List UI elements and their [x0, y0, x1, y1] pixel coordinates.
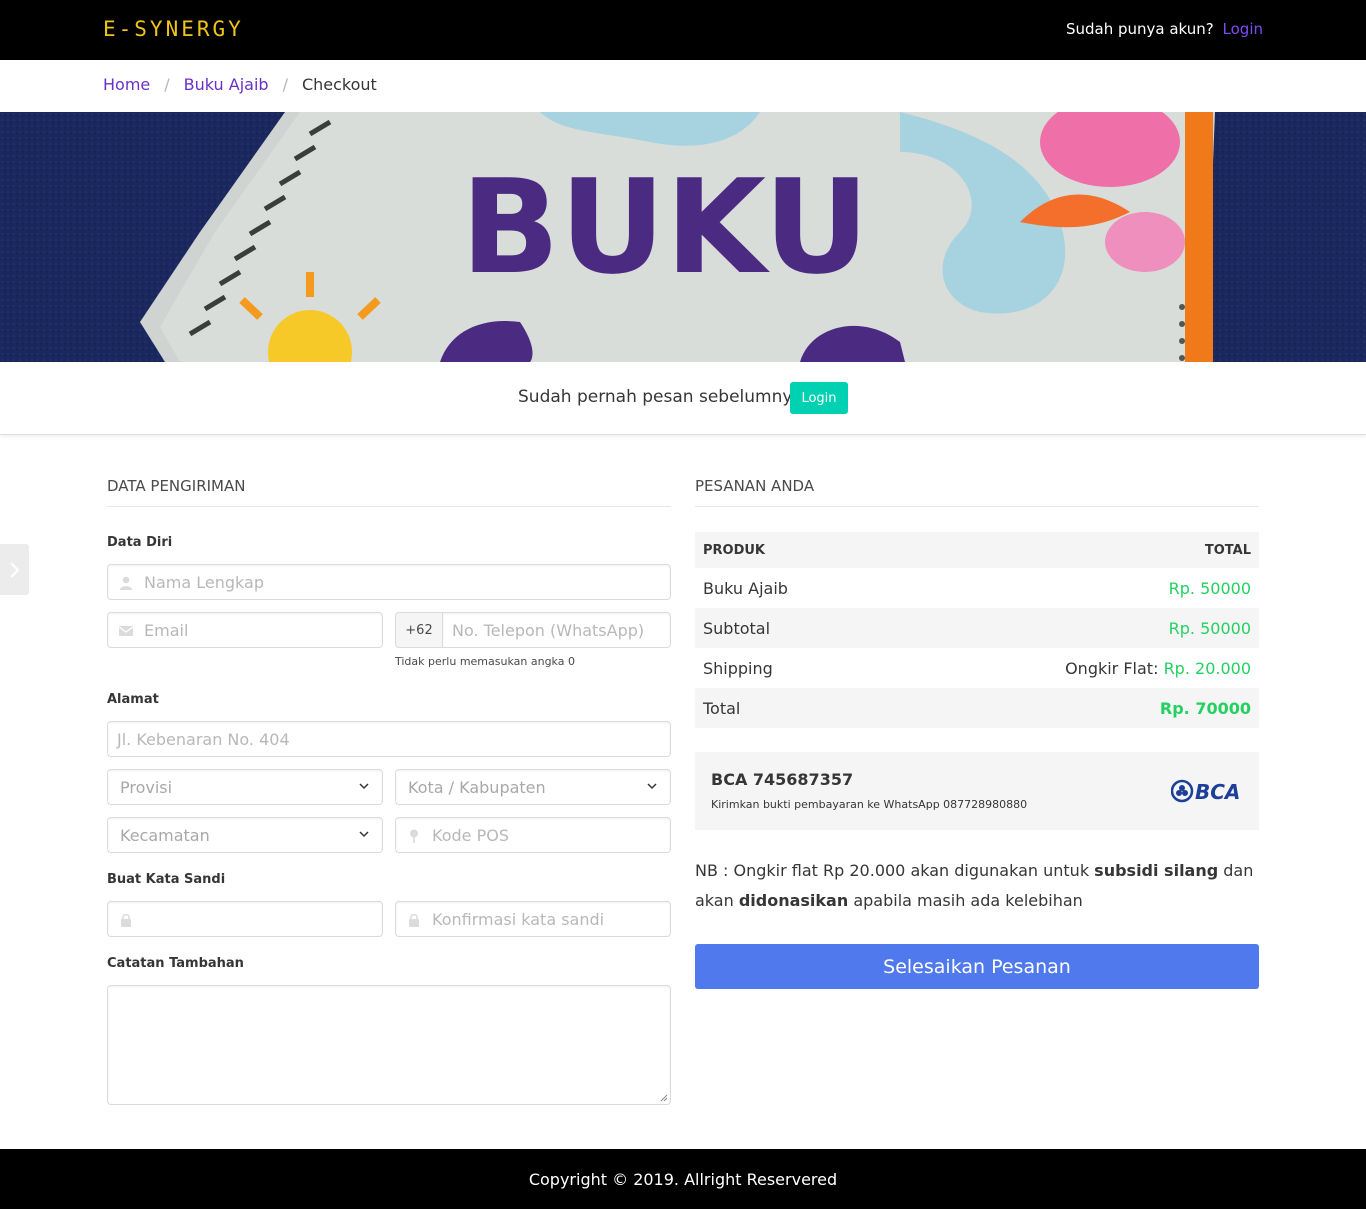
side-panel-toggle[interactable]	[0, 544, 29, 595]
shipping-value-prefix: Ongkir Flat:	[1065, 658, 1159, 678]
nav-login-link[interactable]: Login	[1223, 20, 1263, 38]
order-row-shipping: Shipping Ongkir Flat: Rp. 20.000	[695, 648, 1259, 688]
breadcrumb-home[interactable]: Home	[103, 75, 150, 94]
confirm-password-input[interactable]: Konfirmasi kata sandi	[395, 901, 671, 937]
returning-login-button[interactable]: Login	[790, 382, 848, 414]
postal-code-placeholder: Kode POS	[432, 826, 509, 845]
email-placeholder: Email	[144, 621, 189, 640]
address-label: Alamat	[107, 692, 159, 707]
order-section-divider	[695, 506, 1259, 507]
copyright-text: Copyright © 2019. Allright Reservered	[528, 1169, 838, 1189]
confirm-password-placeholder: Konfirmasi kata sandi	[432, 910, 605, 929]
order-section-title: PESANAN ANDA	[695, 477, 815, 495]
order-row-label: Total	[703, 698, 741, 718]
chevron-down-icon	[359, 783, 369, 790]
bca-bank-logo: BCA	[1171, 779, 1240, 804]
password-input[interactable]	[107, 901, 383, 937]
account-prompt-text: Sudah punya akun?	[1065, 20, 1214, 38]
lock-icon	[121, 913, 131, 927]
city-select[interactable]: Kota / Kabupaten	[395, 769, 671, 805]
top-navbar: E-SYNERGY Sudah punya akun? Login	[0, 0, 1366, 60]
order-row-value: Rp. 50000	[1168, 618, 1251, 638]
breadcrumb-product[interactable]: Buku Ajaib	[184, 75, 269, 94]
payment-info-box: BCA 745687357 Kirimkan bukti pembayaran …	[695, 752, 1259, 830]
chevron-down-icon	[359, 831, 369, 838]
breadcrumb-separator: /	[164, 75, 170, 94]
full-name-input[interactable]: Nama Lengkap	[107, 564, 671, 600]
order-row-label: Subtotal	[703, 618, 771, 638]
bank-account-number: BCA 745687357	[711, 770, 854, 789]
breadcrumb: Home / Buku Ajaib / Checkout	[103, 75, 377, 94]
map-pin-icon	[410, 829, 418, 843]
chevron-down-icon	[647, 783, 657, 790]
brand-logo[interactable]: E-SYNERGY	[103, 17, 244, 41]
note-bold-2: didonasikan	[738, 891, 849, 910]
postal-code-input[interactable]: Kode POS	[395, 817, 671, 853]
hero-book-title: BUKU	[461, 151, 870, 303]
city-placeholder: Kota / Kabupaten	[408, 778, 546, 797]
phone-placeholder: No. Telepon (WhatsApp)	[452, 621, 645, 640]
order-total-value: Rp. 70000	[1159, 698, 1251, 718]
order-row-value: Rp. 20.000	[1163, 658, 1251, 678]
address-placeholder: Jl. Kebenaran No. 404	[117, 730, 290, 749]
shipping-section-divider	[107, 506, 671, 507]
address-input[interactable]: Jl. Kebenaran No. 404	[107, 721, 671, 757]
order-row-label: Buku Ajaib	[703, 578, 788, 598]
order-row-subtotal: Subtotal Rp. 50000	[695, 608, 1259, 648]
returning-customer-prompt: Sudah pernah pesan sebelumnya?	[518, 387, 812, 407]
col-product-header: PRODUK	[703, 542, 766, 558]
lock-icon	[409, 913, 419, 927]
payment-instruction: Kirimkan bukti pembayaran ke WhatsApp 08…	[711, 798, 1028, 811]
footer: Copyright © 2019. Allright Reservered	[0, 1149, 1366, 1209]
breadcrumb-separator: /	[282, 75, 288, 94]
order-row-product: Buku Ajaib Rp. 50000	[695, 568, 1259, 608]
notes-label: Catatan Tambahan	[107, 956, 244, 971]
order-row-value: Rp. 50000	[1168, 578, 1251, 598]
note-part-1: NB : Ongkir flat Rp 20.000 akan digunaka…	[695, 861, 1095, 880]
complete-order-button[interactable]: Selesaikan Pesanan	[695, 944, 1259, 989]
bca-logo-text: BCA	[1195, 780, 1240, 804]
email-input[interactable]: Email	[107, 612, 383, 648]
shipping-section-title: DATA PENGIRIMAN	[107, 477, 246, 495]
full-name-placeholder: Nama Lengkap	[144, 573, 264, 592]
breadcrumb-current: Checkout	[301, 75, 377, 94]
note-part-3: apabila masih ada kelebihan	[848, 891, 1083, 910]
phone-help-text: Tidak perlu memasukan angka 0	[395, 655, 575, 668]
resize-handle-icon[interactable]	[660, 1094, 668, 1102]
book-cover-illustration: BUKU	[0, 112, 1366, 362]
district-placeholder: Kecamatan	[120, 826, 210, 845]
province-select[interactable]: Provisi	[107, 769, 383, 805]
order-row-total: Total Rp. 70000	[695, 688, 1259, 728]
notes-textarea[interactable]	[107, 985, 671, 1105]
district-select[interactable]: Kecamatan	[107, 817, 383, 853]
password-label: Buat Kata Sandi	[107, 872, 226, 887]
order-summary-table: PRODUK TOTAL Buku Ajaib Rp. 50000 Subtot…	[695, 532, 1259, 728]
province-placeholder: Provisi	[120, 778, 173, 797]
note-bold-1: subsidi silang	[1094, 861, 1219, 880]
shipping-value: Ongkir Flat: Rp. 20.000	[1065, 659, 1251, 678]
product-hero-image: BUKU	[0, 112, 1366, 362]
order-row-label: Shipping	[703, 658, 773, 678]
phone-country-code: +62	[395, 612, 443, 648]
account-prompt: Sudah punya akun? Login	[1066, 20, 1263, 38]
personal-data-label: Data Diri	[107, 535, 173, 550]
col-total-header: TOTAL	[1204, 542, 1251, 558]
returning-customer-bar: Sudah pernah pesan sebelumnya? Login	[0, 362, 1366, 435]
chevron-right-icon	[9, 561, 19, 578]
order-table-header: PRODUK TOTAL	[695, 532, 1259, 568]
user-icon	[120, 576, 132, 590]
phone-input[interactable]: No. Telepon (WhatsApp)	[442, 612, 671, 648]
envelope-icon	[118, 626, 134, 636]
shipping-note: NB : Ongkir flat Rp 20.000 akan digunaka…	[695, 856, 1259, 916]
